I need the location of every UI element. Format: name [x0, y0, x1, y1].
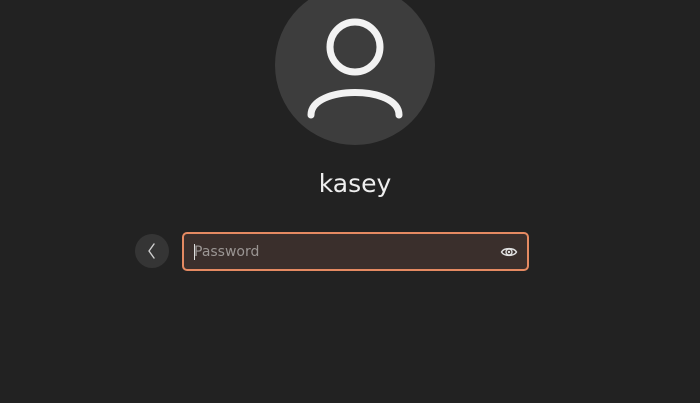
login-screen: kasey: [0, 0, 700, 403]
username-label: kasey: [318, 169, 392, 198]
chevron-left-icon: [148, 243, 155, 259]
password-input[interactable]: [194, 234, 484, 269]
eye-icon: [500, 247, 518, 257]
text-caret: [194, 244, 195, 260]
user-silhouette-icon: [307, 18, 403, 119]
password-field[interactable]: [182, 232, 529, 271]
reveal-password-button[interactable]: [499, 242, 519, 262]
back-button[interactable]: [135, 234, 169, 268]
user-avatar: [275, 0, 435, 145]
